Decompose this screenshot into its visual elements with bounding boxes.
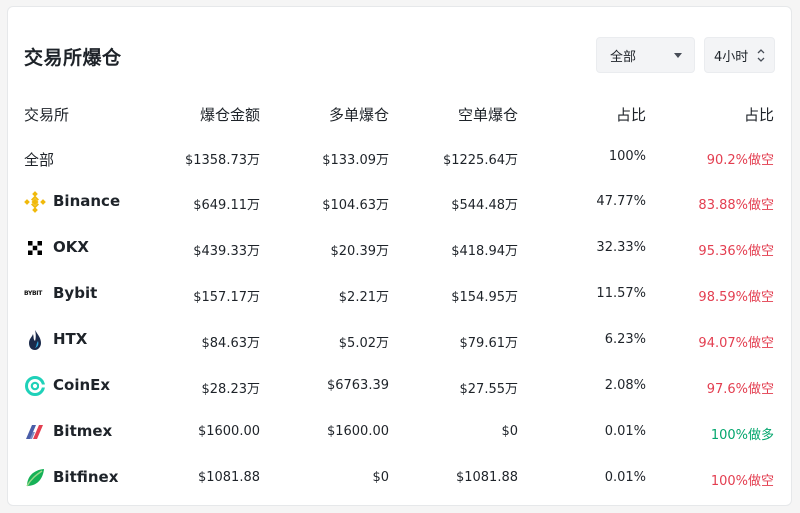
time-range-value: 4小时 bbox=[714, 49, 749, 65]
card-title: 交易所爆仓 bbox=[24, 47, 122, 69]
liquidation-total: $84.63万 bbox=[201, 336, 261, 351]
short-liquidation: $418.94万 bbox=[451, 244, 518, 259]
chevron-down-icon bbox=[674, 53, 682, 58]
binance-icon bbox=[24, 191, 46, 213]
share-percent: 6.23% bbox=[604, 332, 646, 347]
long-liquidation: $5.02万 bbox=[338, 336, 389, 351]
short-liquidation: $0 bbox=[501, 424, 518, 439]
liquidation-total: $439.33万 bbox=[193, 244, 260, 259]
col-long-header: 多单爆仓 bbox=[328, 106, 389, 124]
short-liquidation: $1225.64万 bbox=[442, 153, 518, 168]
long-liquidation: $104.63万 bbox=[322, 198, 389, 213]
exchange-name: Bybit bbox=[53, 284, 98, 302]
share-percent: 2.08% bbox=[604, 378, 646, 393]
col-exchange-header: 交易所 bbox=[24, 106, 70, 124]
col-short-header: 空单爆仓 bbox=[457, 106, 518, 124]
coinex-icon bbox=[25, 376, 45, 396]
exchange-name: Binance bbox=[53, 192, 121, 210]
long-short-ratio: 97.6%做空 bbox=[706, 382, 774, 397]
share-percent: 100% bbox=[608, 149, 646, 164]
short-liquidation: $544.48万 bbox=[451, 198, 518, 213]
col-ratio-header: 占比 bbox=[743, 106, 774, 124]
bitfinex-icon bbox=[26, 469, 44, 487]
short-liquidation: $27.55万 bbox=[459, 382, 519, 397]
long-short-ratio: 100%做空 bbox=[710, 474, 774, 489]
liquidation-total: $157.17万 bbox=[193, 290, 260, 305]
binance-logo bbox=[24, 191, 46, 213]
long-short-ratio: 100%做多 bbox=[710, 428, 774, 443]
long-liquidation: $6763.39 bbox=[326, 378, 389, 393]
exchange-filter-select[interactable]: 全部 bbox=[596, 37, 695, 73]
htx-logo bbox=[24, 329, 46, 351]
exchange-name: OKX bbox=[53, 238, 89, 256]
exchange-name: HTX bbox=[53, 330, 88, 348]
share-percent: 11.57% bbox=[596, 286, 646, 301]
long-liquidation: $133.09万 bbox=[322, 153, 389, 168]
long-liquidation: $20.39万 bbox=[330, 244, 390, 259]
liquidation-total: $649.11万 bbox=[193, 198, 260, 213]
short-liquidation: $1081.88 bbox=[455, 470, 518, 485]
long-short-ratio: 95.36%做空 bbox=[698, 244, 774, 259]
bitfinex-logo bbox=[24, 467, 46, 489]
col-share-header: 占比 bbox=[615, 106, 646, 124]
long-liquidation: $1600.00 bbox=[326, 424, 389, 439]
okx-icon bbox=[28, 241, 42, 255]
liquidation-total: $1600.00 bbox=[197, 424, 260, 439]
time-range-select[interactable]: 4小时 bbox=[704, 37, 775, 73]
long-short-ratio: 90.2%做空 bbox=[706, 153, 774, 168]
sort-updown-icon bbox=[757, 49, 765, 62]
long-short-ratio: 98.59%做空 bbox=[698, 290, 774, 305]
bybit-logo: BYBIT bbox=[24, 290, 42, 297]
short-liquidation: $79.61万 bbox=[459, 336, 519, 351]
exchange-name: Bitmex bbox=[53, 422, 113, 440]
share-percent: 47.77% bbox=[596, 194, 646, 209]
bitmex-icon bbox=[26, 425, 43, 439]
long-short-ratio: 94.07%做空 bbox=[698, 336, 774, 351]
okx-logo bbox=[24, 237, 46, 259]
htx-icon bbox=[29, 330, 41, 350]
bitmex-logo bbox=[24, 421, 46, 443]
long-short-ratio: 83.88%做空 bbox=[698, 198, 774, 213]
exchange-name: 全部 bbox=[24, 151, 55, 169]
share-percent: 32.33% bbox=[596, 240, 646, 255]
coinex-logo bbox=[24, 375, 46, 397]
share-percent: 0.01% bbox=[604, 470, 646, 485]
long-liquidation: $2.21万 bbox=[338, 290, 389, 305]
liquidation-total: $1081.88 bbox=[197, 470, 260, 485]
exchange-filter-value: 全部 bbox=[610, 49, 637, 65]
col-total-header: 爆仓金额 bbox=[199, 106, 260, 124]
long-liquidation: $0 bbox=[372, 470, 389, 485]
liquidation-total: $28.23万 bbox=[201, 382, 261, 397]
exchange-name: CoinEx bbox=[53, 376, 111, 394]
liquidation-total: $1358.73万 bbox=[184, 153, 260, 168]
exchange-liquidation-card: 交易所爆仓 全部 4小时 交易所 爆仓金额 多单爆仓 空单爆仓 占比 占比 全部… bbox=[7, 6, 792, 506]
short-liquidation: $154.95万 bbox=[451, 290, 518, 305]
exchange-name: Bitfinex bbox=[53, 468, 119, 486]
share-percent: 0.01% bbox=[604, 424, 646, 439]
